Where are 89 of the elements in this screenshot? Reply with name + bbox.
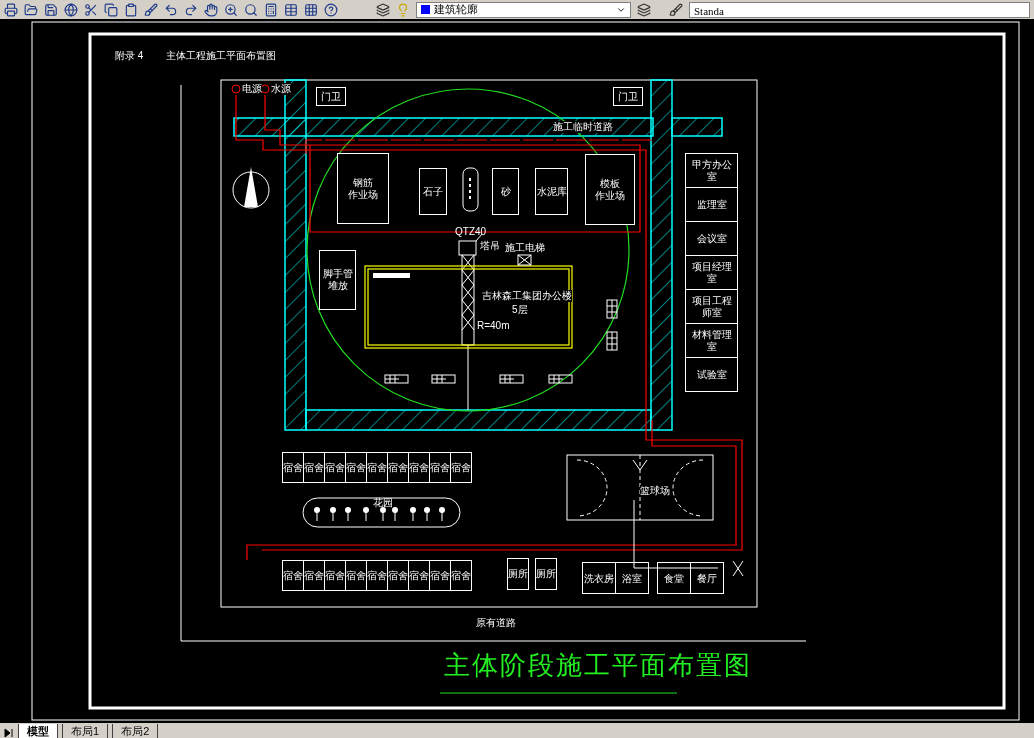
layout-tab[interactable]: 布局2 bbox=[112, 724, 159, 738]
plan-title: 主体阶段施工平面布置图 bbox=[444, 650, 752, 680]
globe-icon[interactable] bbox=[64, 2, 78, 17]
crane-model: QTZ40 bbox=[455, 226, 487, 238]
cut-icon[interactable] bbox=[84, 2, 98, 17]
dormitory: 宿舍 bbox=[450, 452, 472, 483]
undo-icon[interactable] bbox=[164, 2, 178, 17]
brick-stack-icon bbox=[384, 299, 618, 384]
gravel-yard: 石子 bbox=[419, 168, 447, 215]
service-room: 餐厅 bbox=[690, 562, 724, 594]
scaffold-yard: 脚手管 堆放 bbox=[319, 250, 356, 310]
toilet: 厕所 bbox=[535, 558, 557, 590]
sand-yard: 砂 bbox=[492, 168, 519, 215]
gate-house: 门卫 bbox=[613, 87, 643, 106]
dormitory: 宿舍 bbox=[303, 452, 325, 483]
appendix-number: 附录 4 bbox=[115, 50, 144, 62]
building-name: 吉林森工集团办公楼 bbox=[482, 290, 572, 302]
layers-icon[interactable] bbox=[637, 2, 651, 17]
print-icon[interactable] bbox=[4, 2, 18, 17]
hoist-label: 施工电梯 bbox=[505, 242, 545, 254]
layout-tab[interactable]: 模型 bbox=[18, 724, 58, 738]
service-room: 食堂 bbox=[657, 562, 691, 594]
color-swatch-icon bbox=[421, 5, 430, 14]
appendix-title: 主体工程施工平面布置图 bbox=[166, 50, 276, 62]
office-room: 试验室 bbox=[685, 357, 738, 392]
dormitory: 宿舍 bbox=[345, 560, 367, 591]
office-room: 项目工程师室 bbox=[685, 289, 738, 324]
dormitory: 宿舍 bbox=[408, 452, 430, 483]
dormitory: 宿舍 bbox=[366, 560, 388, 591]
text-style-field[interactable]: Standa bbox=[689, 1, 1030, 18]
dormitory: 宿舍 bbox=[345, 452, 367, 483]
dormitory: 宿舍 bbox=[429, 452, 451, 483]
material-tank-icon bbox=[462, 167, 479, 212]
dormitory: 宿舍 bbox=[282, 452, 304, 483]
office-room: 材料管理室 bbox=[685, 323, 738, 358]
dormitory: 宿舍 bbox=[450, 560, 472, 591]
road-label: 施工临时道路 bbox=[553, 121, 613, 133]
flower-icon bbox=[314, 507, 445, 521]
layout-tab[interactable]: 布局1 bbox=[62, 724, 109, 738]
formwork-yard: 模板 作业场 bbox=[585, 154, 635, 225]
rebar-yard: 钢筋 作业场 bbox=[337, 153, 389, 224]
copy-icon[interactable] bbox=[104, 2, 118, 17]
cement-store: 水泥库 bbox=[535, 168, 568, 215]
search-icon[interactable] bbox=[244, 2, 258, 17]
paste-icon[interactable] bbox=[124, 2, 138, 17]
dormitory: 宿舍 bbox=[324, 560, 346, 591]
hoist-icon bbox=[517, 254, 532, 266]
source-label: 电源 bbox=[242, 83, 262, 95]
play-icon[interactable] bbox=[4, 728, 14, 738]
service-room: 浴室 bbox=[615, 562, 649, 594]
calculator-icon[interactable] bbox=[264, 2, 278, 17]
office-room: 甲方办公室 bbox=[685, 153, 738, 188]
dormitory: 宿舍 bbox=[408, 560, 430, 591]
gate-house: 门卫 bbox=[316, 87, 346, 106]
dormitory: 宿舍 bbox=[324, 452, 346, 483]
cross-mark-icon bbox=[732, 560, 744, 577]
table-icon[interactable] bbox=[284, 2, 298, 17]
brush-icon[interactable] bbox=[144, 2, 158, 17]
dormitory: 宿舍 bbox=[429, 560, 451, 591]
grid-icon[interactable] bbox=[304, 2, 318, 17]
office-room: 监理室 bbox=[685, 187, 738, 222]
office-room: 会议室 bbox=[685, 221, 738, 256]
zoom-icon[interactable] bbox=[224, 2, 238, 17]
help-icon[interactable] bbox=[324, 2, 338, 17]
court-label: 篮球场 bbox=[640, 485, 670, 497]
service-room: 洗衣房 bbox=[582, 562, 616, 594]
office-room: 项目经理室 bbox=[685, 255, 738, 290]
crane-radius-label: R=40m bbox=[477, 320, 510, 332]
north-arrow-icon bbox=[232, 167, 270, 209]
layers-icon[interactable] bbox=[376, 2, 390, 17]
source-label: 水源 bbox=[271, 83, 291, 95]
folder-icon[interactable] bbox=[24, 2, 38, 17]
crane-label: 塔吊 bbox=[480, 240, 500, 252]
source-valve-icon bbox=[231, 84, 270, 94]
toilet: 厕所 bbox=[507, 558, 529, 590]
text-style-icon[interactable] bbox=[669, 2, 683, 17]
dormitory: 宿舍 bbox=[387, 452, 409, 483]
existing-road-label: 原有道路 bbox=[476, 617, 516, 629]
layer-dropdown[interactable]: 建筑轮廓 bbox=[416, 1, 631, 18]
redo-icon[interactable] bbox=[184, 2, 198, 17]
dormitory: 宿舍 bbox=[303, 560, 325, 591]
save-icon[interactable] bbox=[44, 2, 58, 17]
garden-label: 花园 bbox=[373, 497, 393, 509]
building-bar bbox=[373, 273, 410, 278]
dormitory: 宿舍 bbox=[366, 452, 388, 483]
pan-icon[interactable] bbox=[204, 2, 218, 17]
building-floors: 5层 bbox=[512, 304, 528, 316]
dormitory: 宿舍 bbox=[282, 560, 304, 591]
dormitory: 宿舍 bbox=[387, 560, 409, 591]
